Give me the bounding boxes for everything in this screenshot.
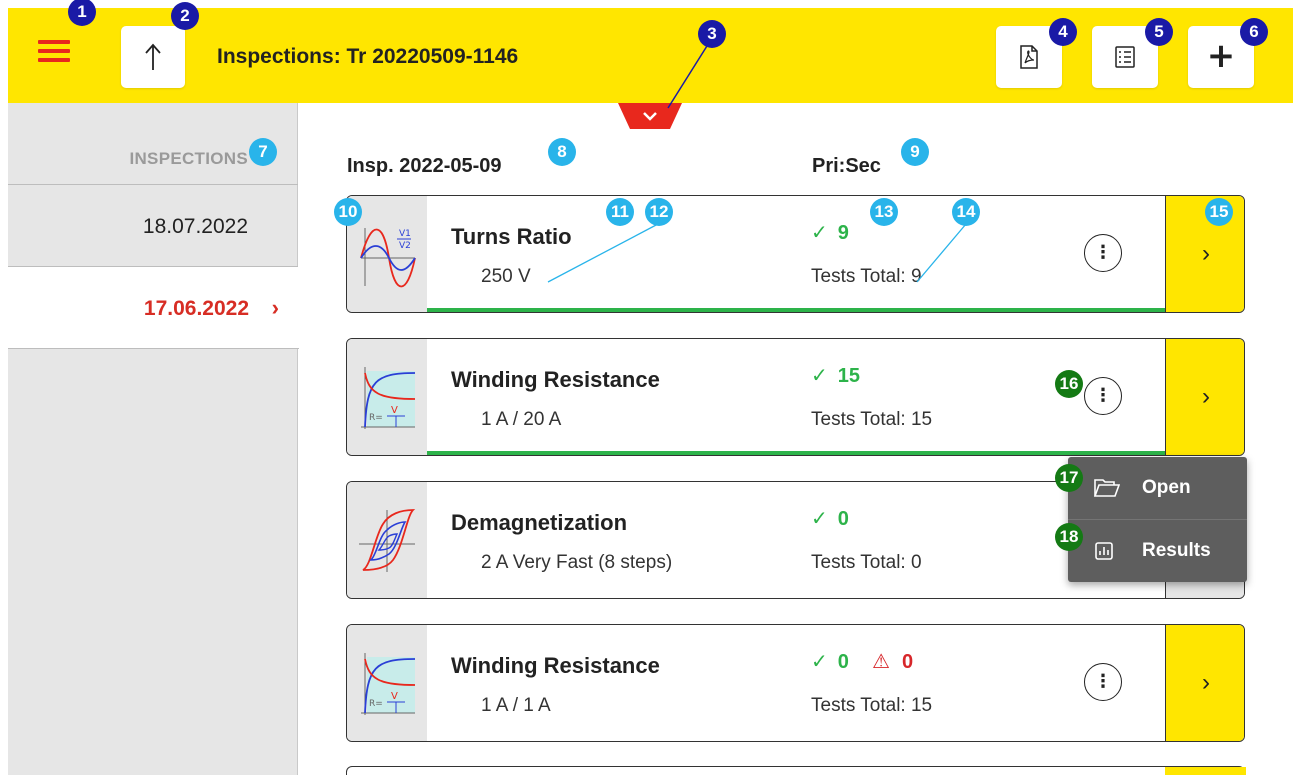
test-parameter: 2 A Very Fast (8 steps) bbox=[481, 552, 673, 573]
test-parameter: 1 A / 1 A bbox=[481, 695, 551, 716]
passed-count: ✓ 9 bbox=[811, 222, 849, 244]
open-test-button[interactable]: › bbox=[1165, 625, 1244, 741]
pdf-icon bbox=[1020, 45, 1038, 69]
winding-resistance-icon: R= V bbox=[361, 367, 416, 429]
callout-badge: 12 bbox=[645, 198, 673, 226]
callout-badge: 13 bbox=[870, 198, 898, 226]
svg-text:V1: V1 bbox=[399, 229, 411, 239]
inspections-sidebar: INSPECTIONS 18.07.2022 17.06.2022 › bbox=[8, 103, 299, 775]
warning-icon: ⚠ bbox=[872, 651, 890, 673]
callout-badge: 16 bbox=[1055, 370, 1083, 398]
demagnetization-icon bbox=[359, 509, 416, 572]
passed-count: ✓ 0 bbox=[811, 651, 849, 673]
menu-icon[interactable] bbox=[38, 40, 72, 66]
chevron-right-icon: › bbox=[271, 295, 279, 320]
test-parameter: 250 V bbox=[481, 266, 531, 287]
test-name: Winding Resistance bbox=[451, 367, 660, 392]
card-options-button[interactable]: ⋮ bbox=[1084, 234, 1122, 272]
test-name: Winding Resistance bbox=[451, 653, 660, 678]
test-card-winding-resistance-1[interactable]: R= V Winding Resistance 1 A / 20 A ✓ 15 T… bbox=[346, 338, 1245, 456]
callout-badge: 6 bbox=[1240, 18, 1268, 46]
test-thumbnail bbox=[347, 482, 427, 598]
up-arrow-icon bbox=[145, 43, 161, 70]
card-context-menu: Open Results bbox=[1068, 457, 1247, 582]
svg-text:R=: R= bbox=[369, 413, 383, 423]
checklist-icon bbox=[1115, 46, 1135, 68]
check-icon: ✓ bbox=[811, 651, 828, 673]
svg-text:V: V bbox=[391, 405, 398, 416]
folder-open-icon bbox=[1094, 479, 1120, 497]
chevron-right-icon: › bbox=[1202, 240, 1210, 267]
more-vertical-icon: ⋮ bbox=[1094, 242, 1112, 263]
menu-item-open[interactable]: Open bbox=[1068, 457, 1247, 519]
callout-badge: 10 bbox=[334, 198, 362, 226]
collapse-header-tab[interactable] bbox=[618, 103, 682, 129]
test-name: Turns Ratio bbox=[451, 224, 572, 249]
page-title: Inspections: Tr 20220509-1146 bbox=[217, 45, 519, 68]
open-test-button[interactable] bbox=[1165, 767, 1246, 775]
test-thumbnail: R= V bbox=[347, 339, 427, 455]
passed-count: ✓ 15 bbox=[811, 365, 861, 387]
callout-badge: 5 bbox=[1145, 18, 1173, 46]
test-thumbnail: R= V bbox=[347, 625, 427, 741]
svg-text:V2: V2 bbox=[399, 241, 411, 251]
turns-ratio-icon: V1 V2 bbox=[360, 228, 416, 288]
sidebar-item-18-07-2022[interactable]: 18.07.2022 bbox=[8, 185, 298, 267]
passed-count: ✓ 0 bbox=[811, 508, 849, 530]
menu-item-results[interactable]: Results bbox=[1068, 519, 1247, 581]
results-chart-icon bbox=[1095, 542, 1113, 560]
tests-total: Tests Total: 9 bbox=[811, 266, 922, 287]
inspection-date-header: Insp. 2022-05-09 bbox=[347, 155, 502, 177]
winding-resistance-icon: R= V bbox=[361, 653, 416, 715]
svg-text:R=: R= bbox=[369, 699, 383, 709]
plus-icon: + bbox=[1206, 36, 1236, 77]
more-vertical-icon: ⋮ bbox=[1094, 385, 1112, 406]
callout-badge: 4 bbox=[1049, 18, 1077, 46]
test-card-partial[interactable] bbox=[346, 766, 1246, 775]
tests-total: Tests Total: 0 bbox=[811, 552, 922, 573]
callout-badge: 14 bbox=[952, 198, 980, 226]
progress-bar bbox=[427, 308, 1165, 312]
chevron-right-icon: › bbox=[1202, 383, 1210, 410]
test-card-turns-ratio[interactable]: V1 V2 Turns Ratio 250 V ✓ 9 Tests Total: … bbox=[346, 195, 1245, 313]
callout-badge: 9 bbox=[901, 138, 929, 166]
svg-text:V: V bbox=[391, 691, 398, 702]
callout-badge: 2 bbox=[171, 2, 199, 30]
progress-bar bbox=[427, 451, 1165, 455]
tests-total: Tests Total: 15 bbox=[811, 695, 933, 716]
callout-badge: 11 bbox=[606, 198, 634, 226]
open-test-button[interactable]: › bbox=[1165, 339, 1244, 455]
callout-badge: 7 bbox=[249, 138, 277, 166]
callout-badge: 8 bbox=[548, 138, 576, 166]
more-vertical-icon: ⋮ bbox=[1094, 671, 1112, 692]
card-options-button[interactable]: ⋮ bbox=[1084, 377, 1122, 415]
callout-badge: 3 bbox=[698, 20, 726, 48]
callout-badge: 15 bbox=[1205, 198, 1233, 226]
pri-sec-header: Pri:Sec bbox=[812, 155, 881, 177]
callout-badge: 18 bbox=[1055, 523, 1083, 551]
check-icon: ✓ bbox=[811, 365, 828, 387]
check-icon: ✓ bbox=[811, 508, 828, 530]
test-name: Demagnetization bbox=[451, 510, 628, 535]
chevron-right-icon: › bbox=[1202, 669, 1210, 696]
card-options-button[interactable]: ⋮ bbox=[1084, 663, 1122, 701]
up-button[interactable] bbox=[121, 26, 185, 88]
tests-total: Tests Total: 15 bbox=[811, 409, 933, 430]
test-parameter: 1 A / 20 A bbox=[481, 409, 562, 430]
warning-count: ⚠ 0 bbox=[872, 651, 914, 673]
callout-badge: 17 bbox=[1055, 464, 1083, 492]
sidebar-item-17-06-2022[interactable]: 17.06.2022 › bbox=[8, 267, 299, 349]
test-card-winding-resistance-2[interactable]: R= V Winding Resistance 1 A / 1 A ✓ 0 ⚠ 0 … bbox=[346, 624, 1245, 742]
check-icon: ✓ bbox=[811, 222, 828, 244]
